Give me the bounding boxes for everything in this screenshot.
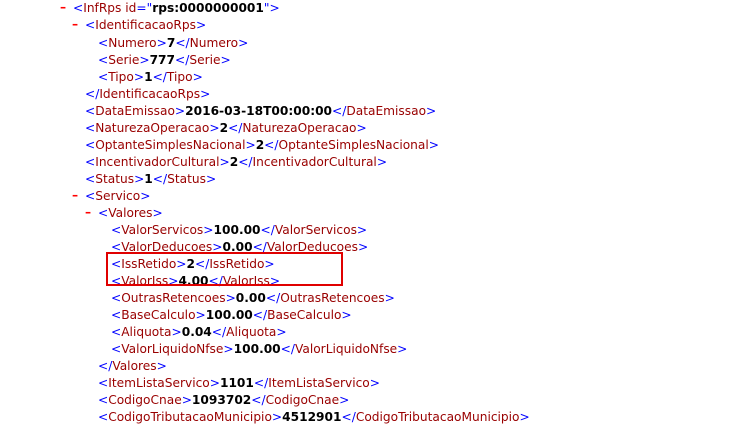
tag-name: ValorLiquidoNfse <box>121 342 224 356</box>
tag-name: CodigoTributacaoMunicipio <box>355 410 520 424</box>
collapse-identificacao-icon[interactable]: – <box>72 17 78 31</box>
xml-serie: <Serie>777</Serie> <box>98 53 231 67</box>
element-value: 100.00 <box>233 342 281 356</box>
tag-name: OutrasRetencoes <box>280 291 385 305</box>
tag-name: ValorServicos <box>121 223 204 237</box>
tag-name: BaseCalculo <box>267 308 342 322</box>
tag-name: Serie <box>189 53 221 67</box>
xml-outrasretencoes: <OutrasRetencoes>0.00</OutrasRetencoes> <box>111 291 395 305</box>
element-value: 100.00 <box>213 223 261 237</box>
tag-name: Numero <box>189 36 239 50</box>
tag-name: Status <box>167 172 206 186</box>
xml-valores-close: </Valores> <box>98 359 167 373</box>
xml-valorliquido: <ValorLiquidoNfse>100.00</ValorLiquidoNf… <box>111 342 408 356</box>
xml-dataemissao: <DataEmissao>2016-03-18T00:00:00</DataEm… <box>85 104 437 118</box>
tag-name: ValorLiquidoNfse <box>294 342 398 356</box>
tag-name: InfRps <box>83 1 122 15</box>
tag-name: Status <box>95 172 135 186</box>
xml-valorservicos: <ValorServicos>100.00</ValorServicos> <box>111 223 368 237</box>
element-value: 1 <box>144 172 153 186</box>
tag-name: DataEmissao <box>346 104 427 118</box>
tag-name: Aliquota <box>226 325 277 339</box>
element-value: 4512901 <box>282 410 342 424</box>
tag-name: Servico <box>95 189 141 203</box>
xml-tipo: <Tipo>1</Tipo> <box>98 70 203 84</box>
xml-identificacao-open: <IdentificacaoRps> <box>85 18 207 32</box>
tag-name: NaturezaOperacao <box>95 121 210 135</box>
element-value: 100.00 <box>205 308 253 322</box>
highlight-box <box>106 252 343 286</box>
element-value: 777 <box>149 53 176 67</box>
xml-codigocnae: <CodigoCnae>1093702</CodigoCnae> <box>98 393 350 407</box>
tag-name: Valores <box>108 206 153 220</box>
tag-name: IncentivadorCultural <box>252 155 377 169</box>
xml-codigotributacao: <CodigoTributacaoMunicipio>4512901</Codi… <box>98 410 530 424</box>
tag-name: Serie <box>108 53 140 67</box>
element-value: 1093702 <box>191 393 252 407</box>
xml-identificacao-close: </IdentificacaoRps> <box>85 87 211 101</box>
tag-name: IdentificacaoRps <box>99 87 201 101</box>
xml-status: <Status>1</Status> <box>85 172 217 186</box>
element-value: 0.04 <box>181 325 212 339</box>
xml-infrps-open: <InfRps id="rps:0000000001"> <box>73 1 280 15</box>
xml-natureza: <NaturezaOperacao>2</NaturezaOperacao> <box>85 121 367 135</box>
tag-name: Numero <box>108 36 157 50</box>
tag-name: OutrasRetencoes <box>121 291 226 305</box>
tag-name: CodigoCnae <box>265 393 340 407</box>
tag-name: NaturezaOperacao <box>242 121 357 135</box>
xml-aliquota: <Aliquota>0.04</Aliquota> <box>111 325 287 339</box>
collapse-valores-icon[interactable]: – <box>85 205 91 219</box>
tag-name: ItemListaServico <box>108 376 210 390</box>
element-value: 1 <box>144 70 153 84</box>
attr-value: rps:0000000001 <box>152 1 264 15</box>
tag-name: DataEmissao <box>95 104 175 118</box>
tag-name: OptanteSimplesNacional <box>278 138 429 152</box>
tag-name: ValorServicos <box>274 223 357 237</box>
collapse-infrps-icon[interactable]: – <box>60 0 66 14</box>
xml-incentivador: <IncentivadorCultural>2</IncentivadorCul… <box>85 155 388 169</box>
xml-valores-open: <Valores> <box>98 206 163 220</box>
tag-name: Tipo <box>166 70 193 84</box>
xml-basecalculo: <BaseCalculo>100.00</BaseCalculo> <box>111 308 352 322</box>
element-value: 0.00 <box>235 291 266 305</box>
xml-optante: <OptanteSimplesNacional>2</OptanteSimple… <box>85 138 439 152</box>
xml-numero: <Numero>7</Numero> <box>98 36 249 50</box>
xml-servico-open: <Servico> <box>85 189 151 203</box>
tag-name: Tipo <box>108 70 134 84</box>
element-value: 2016-03-18T00:00:00 <box>185 104 333 118</box>
xml-itemlista: <ItemListaServico>1101</ItemListaServico… <box>98 376 380 390</box>
tag-name: IncentivadorCultural <box>95 155 220 169</box>
element-value: 2 <box>219 121 229 135</box>
attr-name: id <box>125 1 137 15</box>
tag-name: CodigoCnae <box>108 393 182 407</box>
tag-name: Valores <box>112 359 157 373</box>
tag-name: BaseCalculo <box>121 308 196 322</box>
tag-name: IdentificacaoRps <box>95 18 196 32</box>
tag-name: ItemListaServico <box>268 376 370 390</box>
tag-name: CodigoTributacaoMunicipio <box>108 410 272 424</box>
element-value: 2 <box>229 155 239 169</box>
element-value: 1101 <box>219 376 254 390</box>
tag-name: Aliquota <box>121 325 172 339</box>
collapse-servico-icon[interactable]: – <box>72 188 78 202</box>
element-value: 2 <box>255 138 265 152</box>
tag-name: OptanteSimplesNacional <box>95 138 246 152</box>
